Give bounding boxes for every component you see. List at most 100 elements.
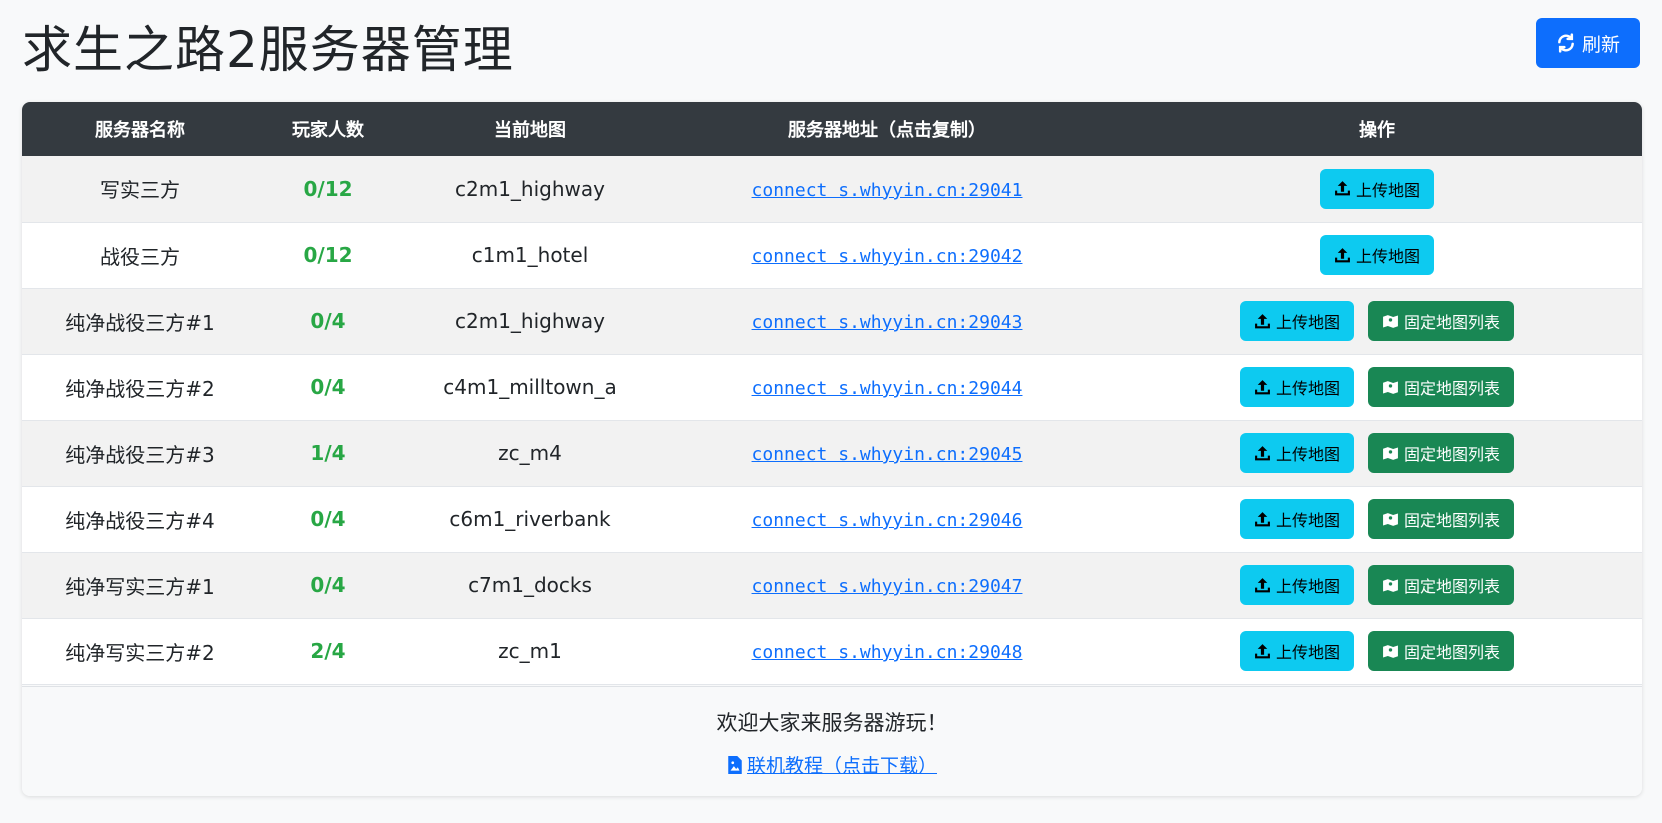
upload-map-button[interactable]: 上传地图 [1239, 499, 1354, 539]
upload-map-label: 上传地图 [1355, 247, 1420, 266]
current-map: c6m1_riverbank [449, 507, 611, 531]
server-name: 纯净战役三方#2 [65, 376, 215, 401]
upload-map-label: 上传地图 [1275, 511, 1340, 530]
fixed-map-list-label: 固定地图列表 [1404, 445, 1501, 464]
row-actions: 上传地图 固定地图列表 [1112, 631, 1642, 671]
fixed-map-list-button[interactable]: 固定地图列表 [1368, 565, 1515, 605]
upload-map-label: 上传地图 [1275, 379, 1340, 398]
server-address-link[interactable]: connect s.whyyin.cn:29045 [752, 444, 1023, 465]
row-actions: 上传地图 固定地图列表 [1112, 433, 1642, 473]
upload-icon [1255, 445, 1270, 460]
row-actions: 上传地图 固定地图列表 [1112, 367, 1642, 407]
tutorial-label: 联机教程（点击下载） [746, 755, 937, 777]
server-address-link[interactable]: connect s.whyyin.cn:29047 [752, 576, 1023, 597]
table-row: 纯净战役三方#1 0/4 c2m1_highway connect s.whyy… [22, 288, 1642, 354]
current-map: zc_m1 [498, 639, 562, 663]
fixed-map-list-button[interactable]: 固定地图列表 [1368, 433, 1515, 473]
row-actions: 上传地图 [1112, 168, 1642, 209]
player-count: 0/4 [310, 573, 346, 597]
row-actions: 上传地图 固定地图列表 [1112, 565, 1642, 605]
row-actions: 上传地图 固定地图列表 [1112, 499, 1642, 539]
upload-map-button[interactable]: 上传地图 [1239, 433, 1354, 473]
server-address-link[interactable]: connect s.whyyin.cn:29041 [752, 180, 1023, 201]
refresh-label: 刷新 [1581, 33, 1620, 56]
server-name: 战役三方 [100, 244, 180, 269]
upload-map-button[interactable]: 上传地图 [1319, 168, 1434, 209]
page: 求生之路2服务器管理 刷新 服务器名称 玩家人数 当前地图 服务器地址（点击复制… [0, 0, 1662, 823]
upload-map-button[interactable]: 上传地图 [1239, 367, 1354, 407]
upload-map-button[interactable]: 上传地图 [1239, 301, 1354, 341]
fixed-map-list-label: 固定地图列表 [1404, 313, 1501, 332]
refresh-button[interactable]: 刷新 [1535, 18, 1640, 68]
fixed-map-list-label: 固定地图列表 [1404, 577, 1501, 596]
current-map: c2m1_highway [455, 176, 605, 201]
server-address-link[interactable]: connect s.whyyin.cn:29046 [752, 510, 1023, 531]
upload-icon [1335, 247, 1350, 262]
table-body: 写实三方 0/12 c2m1_highway connect s.whyyin.… [22, 156, 1642, 684]
current-map: c2m1_highway [455, 309, 605, 333]
server-name: 纯净战役三方#3 [65, 442, 215, 467]
fixed-map-list-label: 固定地图列表 [1404, 379, 1501, 398]
fixed-map-list-button[interactable]: 固定地图列表 [1368, 499, 1515, 539]
table-row: 纯净战役三方#4 0/4 c6m1_riverbank connect s.wh… [22, 486, 1642, 552]
upload-icon [1255, 379, 1270, 394]
upload-icon [1255, 577, 1270, 592]
server-address-link[interactable]: connect s.whyyin.cn:29042 [752, 246, 1023, 267]
header: 求生之路2服务器管理 刷新 [22, 18, 1640, 82]
server-address-link[interactable]: connect s.whyyin.cn:29043 [752, 312, 1023, 333]
server-table: 服务器名称 玩家人数 当前地图 服务器地址（点击复制） 操作 写实三方 0/12… [22, 102, 1642, 685]
player-count: 0/4 [310, 375, 346, 399]
upload-map-label: 上传地图 [1275, 643, 1340, 662]
upload-map-button[interactable]: 上传地图 [1239, 631, 1354, 671]
upload-map-label: 上传地图 [1275, 313, 1340, 332]
fixed-map-list-label: 固定地图列表 [1404, 511, 1501, 530]
map-icon [1383, 314, 1398, 328]
tutorial-download-link[interactable]: 联机教程（点击下载） [727, 751, 937, 778]
refresh-icon [1558, 33, 1574, 53]
player-count: 0/4 [310, 309, 346, 333]
card-footer: 欢迎大家来服务器游玩！ 联机教程（点击下载） [22, 686, 1642, 796]
column-header-actions: 操作 [1359, 120, 1395, 141]
upload-icon [1255, 511, 1270, 526]
table-row: 纯净写实三方#1 0/4 c7m1_docks connect s.whyyin… [22, 552, 1642, 618]
upload-map-label: 上传地图 [1275, 577, 1340, 596]
fixed-map-list-button[interactable]: 固定地图列表 [1368, 301, 1515, 341]
map-icon [1383, 446, 1398, 460]
player-count: 1/4 [310, 441, 346, 465]
upload-map-button[interactable]: 上传地图 [1239, 565, 1354, 605]
upload-icon [1255, 643, 1270, 658]
fixed-map-list-label: 固定地图列表 [1404, 643, 1501, 662]
file-image-icon [728, 755, 742, 774]
table-row: 纯净战役三方#2 0/4 c4m1_milltown_a connect s.w… [22, 354, 1642, 420]
current-map: zc_m4 [498, 441, 562, 465]
server-address-link[interactable]: connect s.whyyin.cn:29048 [752, 642, 1023, 663]
column-header-map: 当前地图 [494, 120, 566, 141]
map-icon [1383, 644, 1398, 658]
column-header-players: 玩家人数 [292, 120, 364, 141]
current-map: c7m1_docks [468, 573, 592, 597]
player-count: 2/4 [310, 639, 346, 663]
upload-map-label: 上传地图 [1355, 180, 1420, 200]
column-header-name: 服务器名称 [95, 120, 185, 141]
upload-map-label: 上传地图 [1275, 445, 1340, 464]
server-name: 纯净战役三方#1 [65, 310, 215, 335]
current-map: c4m1_milltown_a [443, 375, 617, 399]
fixed-map-list-button[interactable]: 固定地图列表 [1368, 631, 1515, 671]
table-row: 写实三方 0/12 c2m1_highway connect s.whyyin.… [22, 156, 1642, 222]
map-icon [1383, 380, 1398, 394]
table-header-row: 服务器名称 玩家人数 当前地图 服务器地址（点击复制） 操作 [22, 102, 1642, 156]
player-count: 0/12 [303, 243, 353, 267]
upload-map-button[interactable]: 上传地图 [1319, 235, 1434, 275]
column-header-address: 服务器地址（点击复制） [788, 120, 986, 141]
server-address-link[interactable]: connect s.whyyin.cn:29044 [752, 378, 1023, 399]
table-row: 纯净写实三方#2 2/4 zc_m1 connect s.whyyin.cn:2… [22, 618, 1642, 684]
server-name: 写实三方 [100, 178, 180, 203]
server-name: 纯净写实三方#2 [65, 640, 215, 665]
map-icon [1383, 578, 1398, 592]
row-actions: 上传地图 [1112, 235, 1642, 275]
fixed-map-list-button[interactable]: 固定地图列表 [1368, 367, 1515, 407]
server-name: 纯净战役三方#4 [65, 508, 215, 533]
current-map: c1m1_hotel [471, 243, 589, 267]
welcome-message: 欢迎大家来服务器游玩！ [716, 711, 948, 735]
server-table-card: 服务器名称 玩家人数 当前地图 服务器地址（点击复制） 操作 写实三方 0/12… [22, 102, 1642, 796]
